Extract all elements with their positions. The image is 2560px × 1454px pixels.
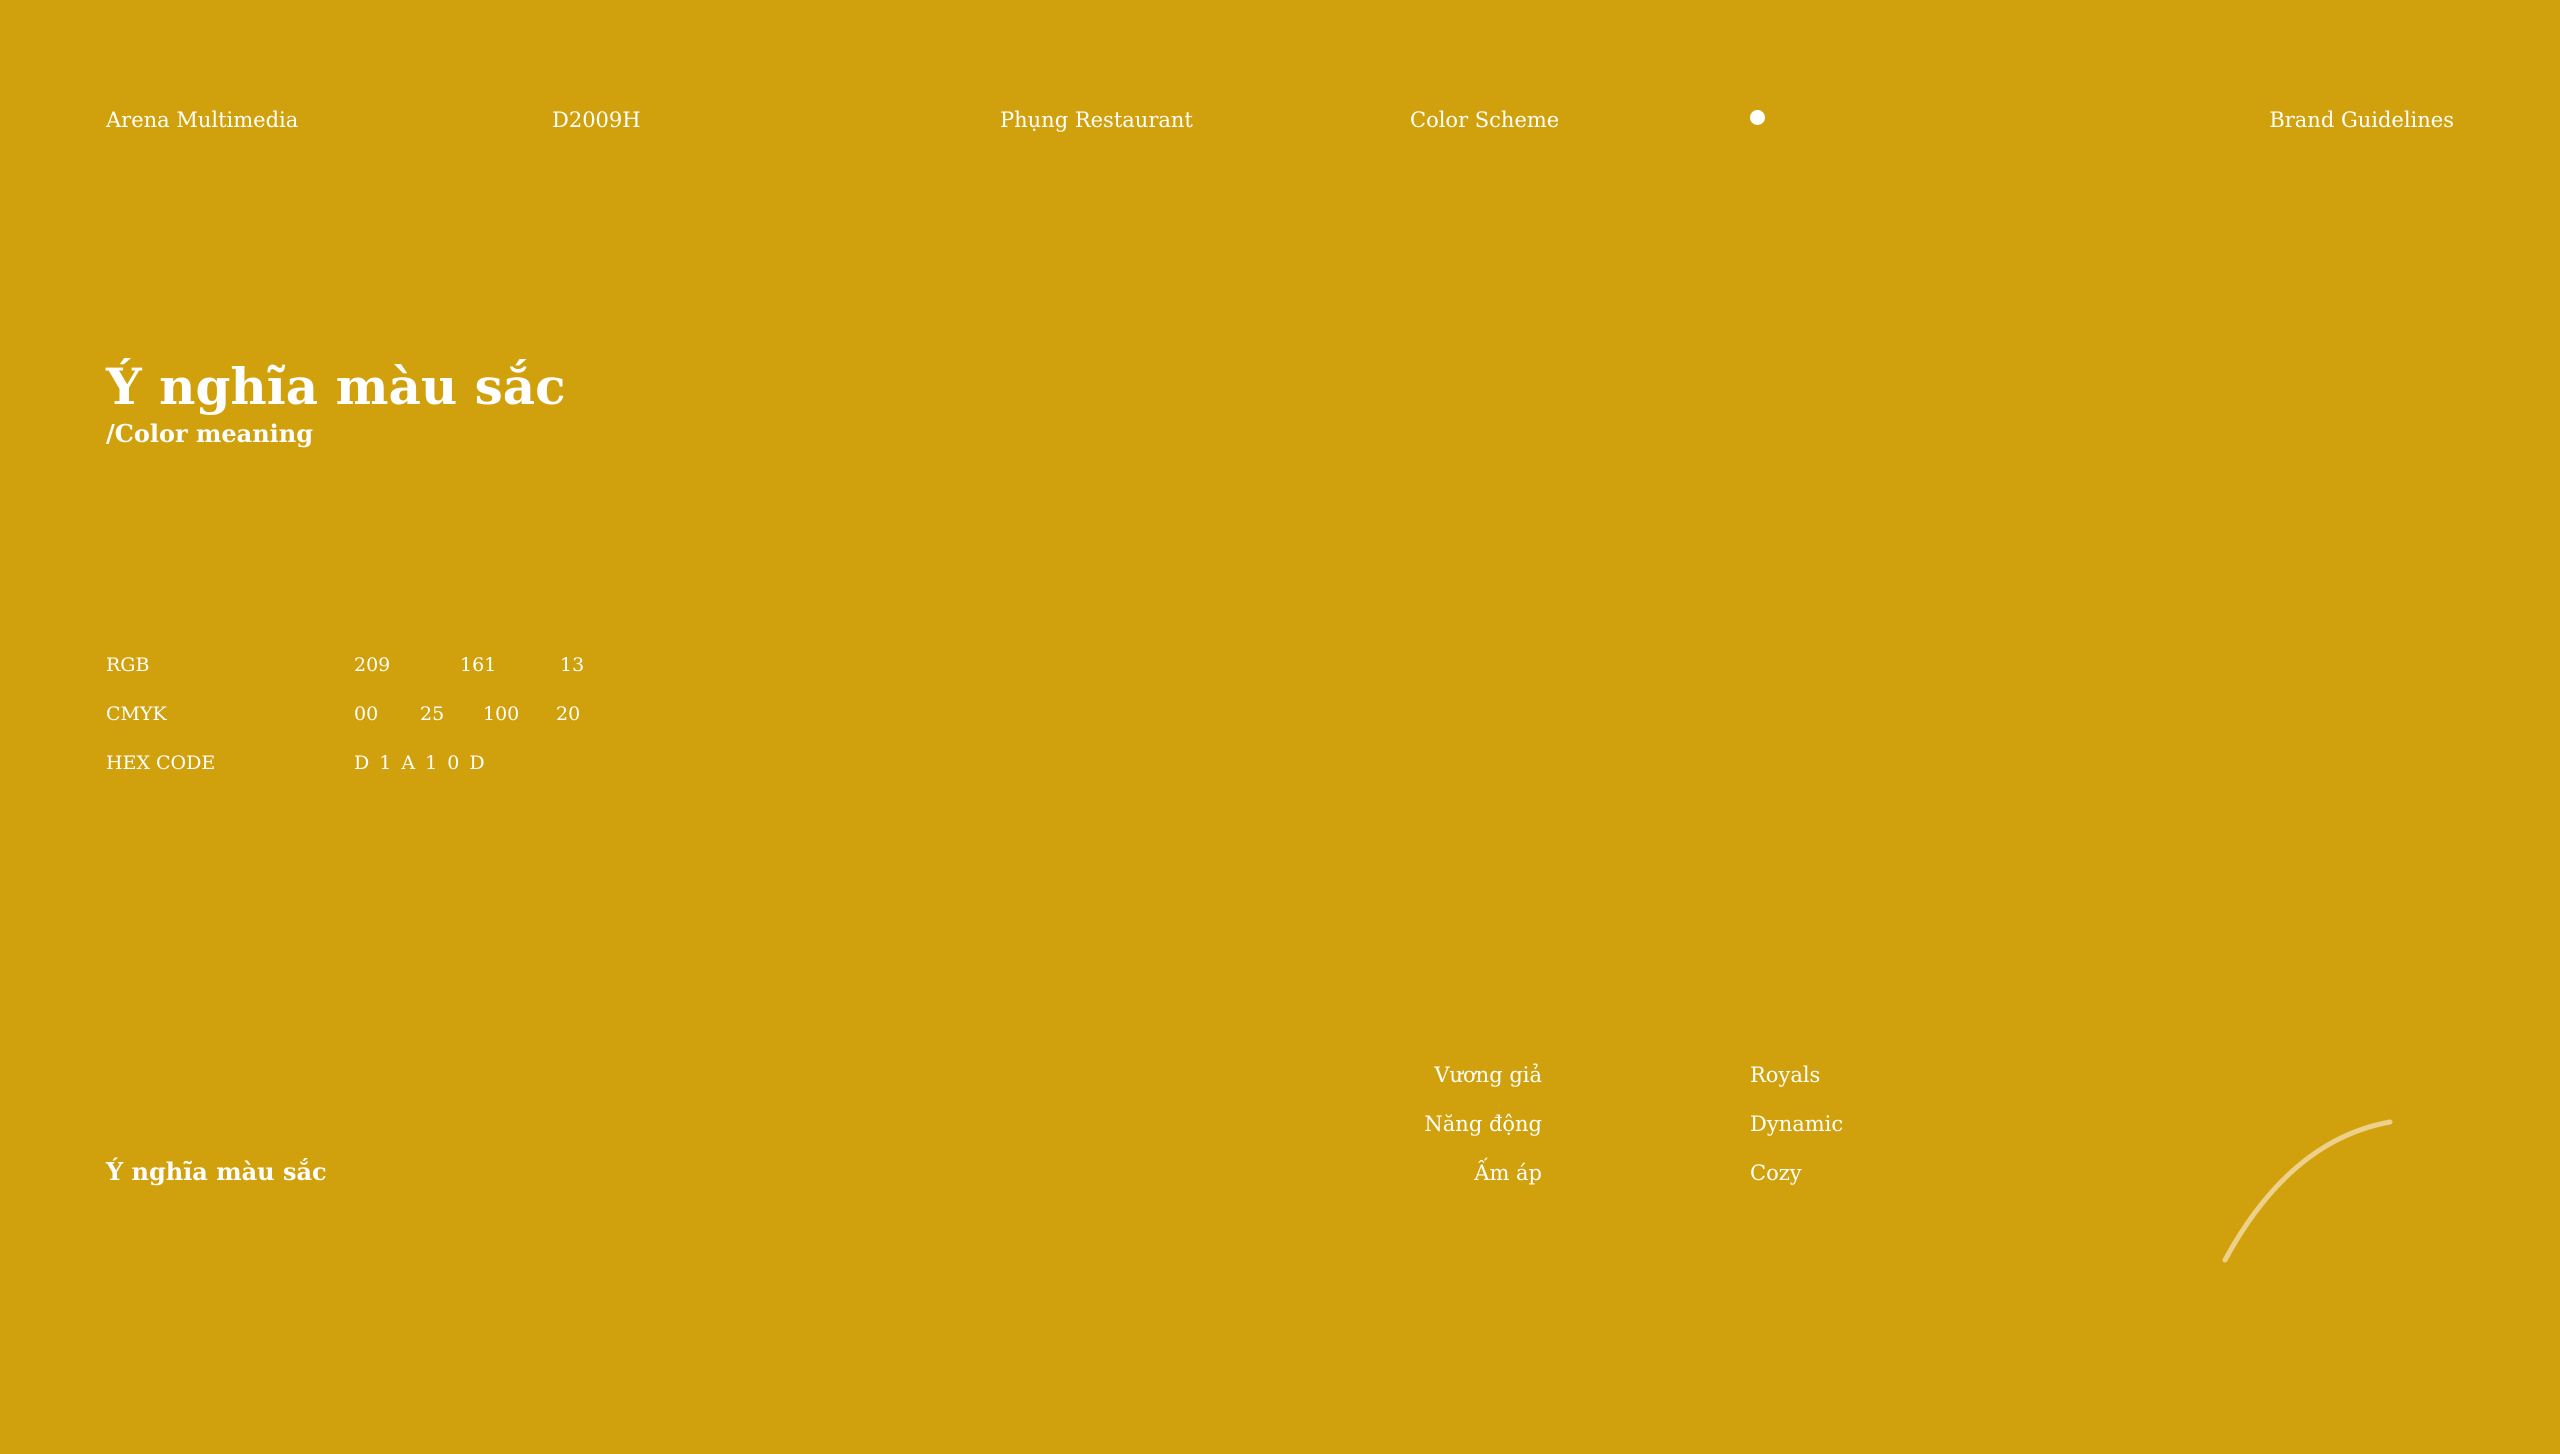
cmyk-y-value: 100: [483, 703, 520, 725]
rgb-label: RGB: [106, 654, 150, 676]
color-swatch-page: Arena Multimedia D2009H Phụng Restaurant…: [0, 0, 2560, 1454]
cmyk-m-value: 25: [420, 703, 445, 725]
rgb-g-value: 161: [460, 654, 497, 676]
header-document: Brand Guidelines: [2269, 108, 2454, 132]
header-class-code: D2009H: [552, 108, 641, 132]
hex-value: D 1 A 1 0 D: [354, 752, 487, 774]
rgb-r-value: 209: [354, 654, 391, 676]
meaning-vi-1: Vương giả: [1434, 1063, 1542, 1087]
cmyk-k-value: 20: [556, 703, 581, 725]
arc-stroke: [2222, 1119, 2393, 1263]
rgb-b-value: 13: [560, 654, 585, 676]
dot-icon: [1750, 110, 1765, 125]
cmyk-label: CMYK: [106, 703, 167, 725]
header-project: Phụng Restaurant: [1000, 108, 1193, 132]
cmyk-c-value: 00: [354, 703, 379, 725]
footer-title: Ý nghĩa màu sắc: [106, 1157, 327, 1186]
page-subtitle: /Color meaning: [106, 419, 314, 448]
meaning-vi-3: Ấm áp: [1474, 1161, 1542, 1185]
header-organization: Arena Multimedia: [106, 108, 299, 132]
decorative-arc: [2222, 1119, 2393, 1263]
header-section: Color Scheme: [1410, 108, 1560, 132]
page-title: Ý nghĩa màu sắc: [106, 357, 566, 416]
meaning-en-2: Dynamic: [1750, 1112, 1844, 1136]
hex-label: HEX CODE: [106, 752, 216, 774]
meaning-en-3: Cozy: [1750, 1161, 1802, 1185]
meaning-en-1: Royals: [1750, 1063, 1821, 1087]
meaning-vi-2: Năng động: [1424, 1112, 1542, 1136]
